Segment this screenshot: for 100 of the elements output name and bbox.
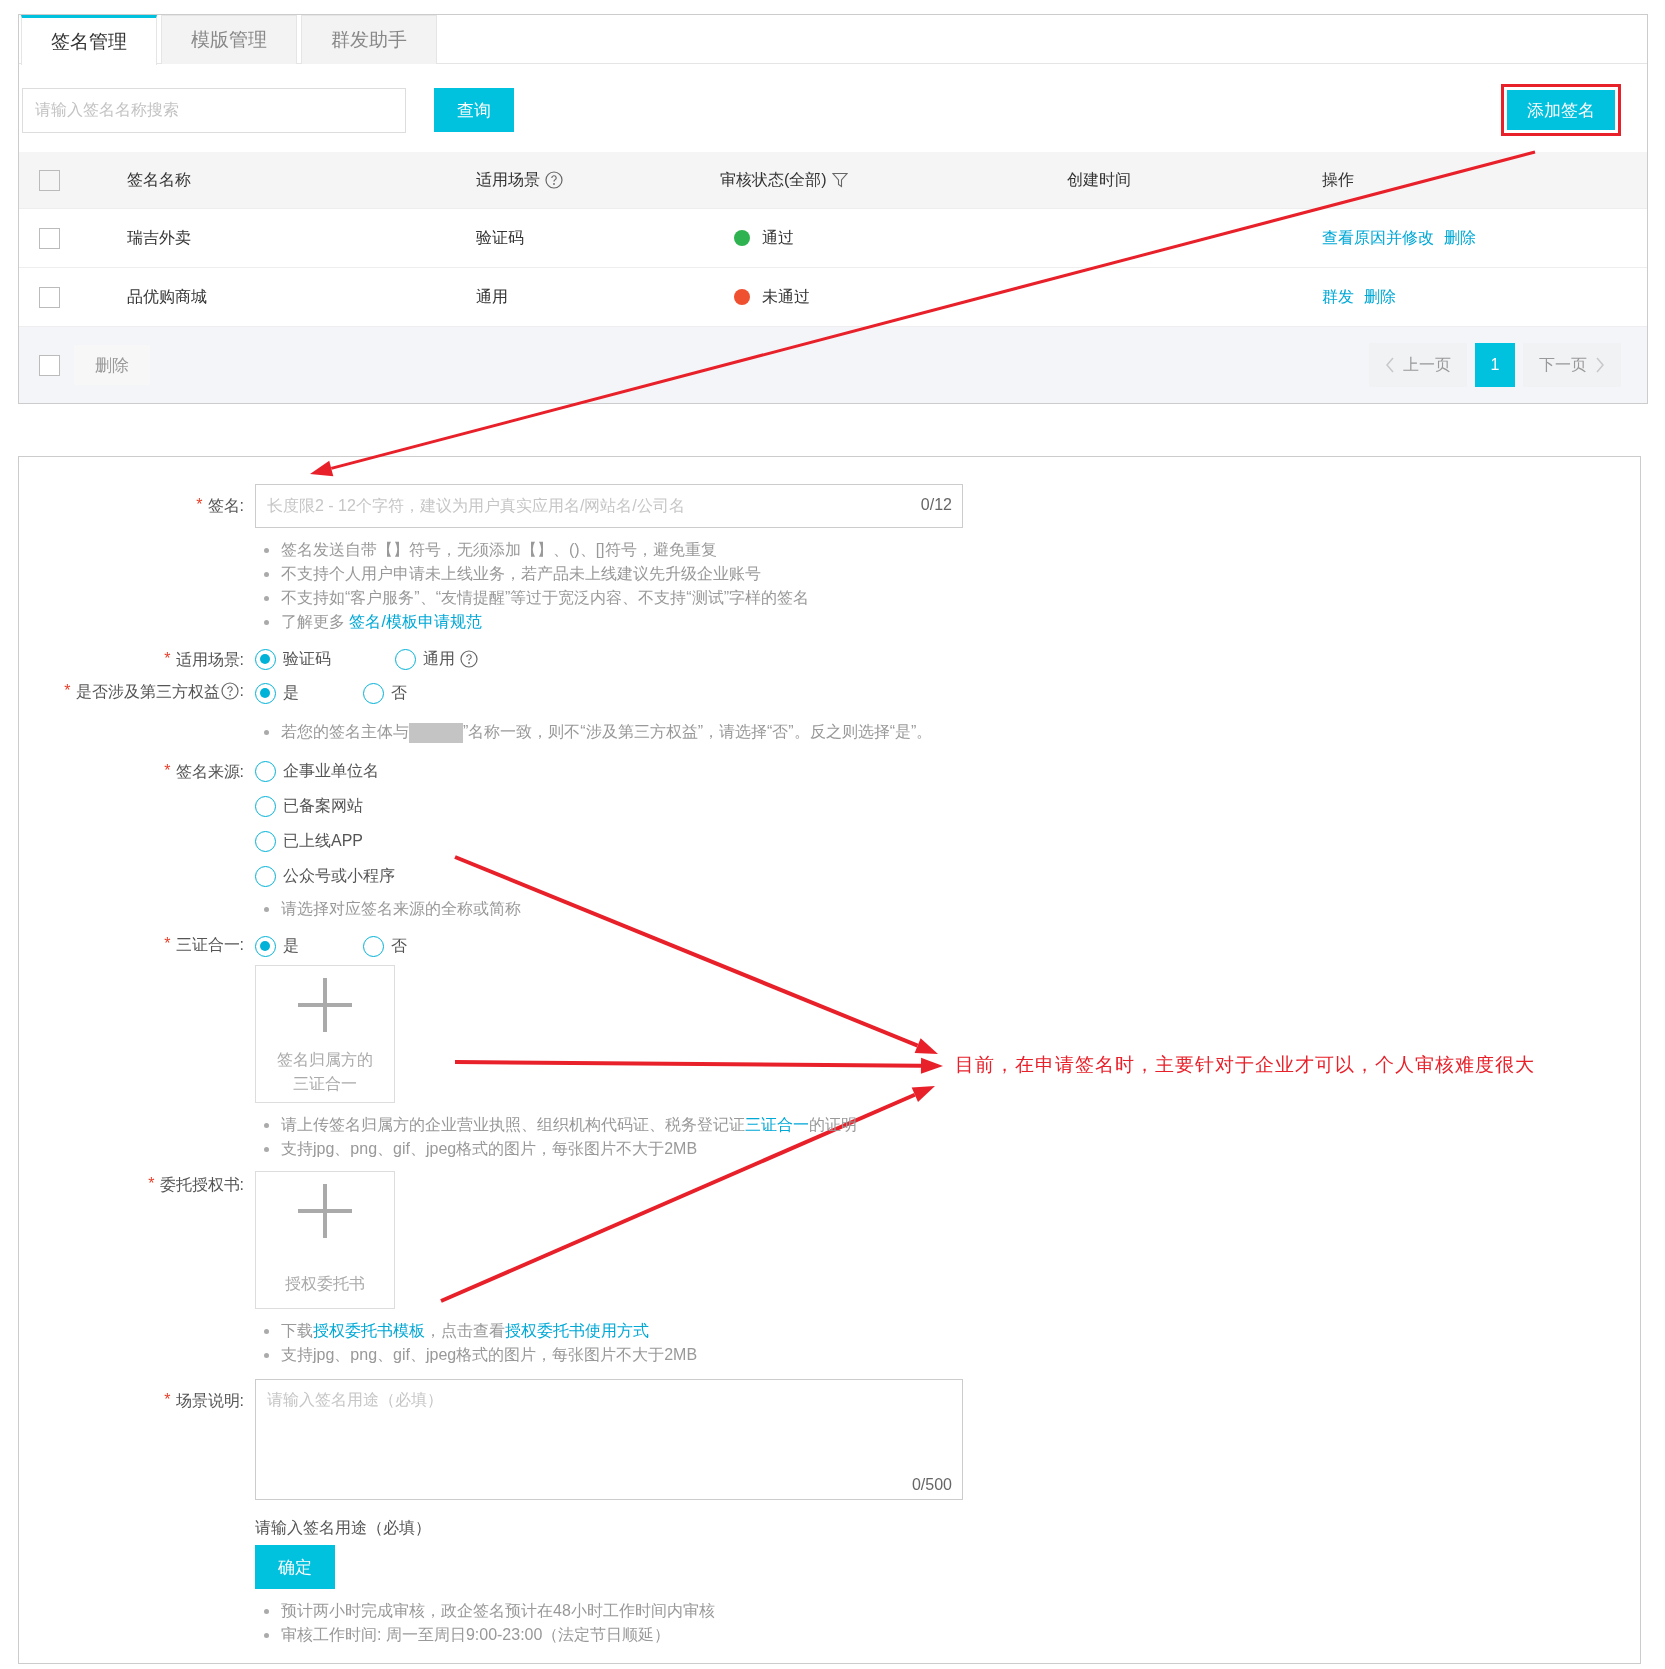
- option-label: 否: [391, 935, 407, 956]
- field-label: 场景说明:: [175, 1391, 244, 1411]
- checkbox[interactable]: [39, 227, 60, 249]
- hint-text: 支持jpg、png、gif、jpeg格式的图片，每张图片不大于2MB: [281, 1345, 698, 1365]
- plus-icon: [298, 978, 352, 1032]
- upload-label: 授权委托书: [285, 1274, 365, 1294]
- required-mark: *: [164, 650, 171, 668]
- bullet-icon: [264, 1328, 269, 1334]
- radio-button[interactable]: [255, 682, 276, 704]
- table-cell-text: 验证码: [476, 227, 524, 248]
- hint-text: ”名称一致，则不“涉及第三方权益”，请选择“否”。反之则选择“是”。: [463, 723, 933, 740]
- hint-text: 下载: [281, 1322, 313, 1339]
- option-label: 是: [283, 935, 299, 956]
- tab[interactable]: 签名管理: [21, 15, 157, 65]
- add-signature-button[interactable]: 添加签名: [1507, 90, 1615, 130]
- bullet-icon: [264, 906, 269, 912]
- option-label: 已备案网站: [283, 796, 363, 816]
- tab[interactable]: 模版管理: [161, 15, 297, 64]
- table-cell-text: 通用: [476, 286, 508, 307]
- hint-text: 请上传签名归属方的企业营业执照、组织机构代码证、税务登记证: [281, 1116, 745, 1133]
- action-link[interactable]: 删除: [1364, 286, 1396, 308]
- column-header: 适用场景: [476, 169, 540, 191]
- field-label: 适用场景:: [175, 650, 244, 670]
- option-label: 否: [391, 682, 407, 703]
- bullet-icon: [264, 1146, 269, 1152]
- field-label: 三证合一:: [175, 935, 244, 955]
- note-text: 请输入签名用途（必填）: [255, 1518, 432, 1538]
- field-label: 是否涉及第三方权益: [75, 682, 220, 702]
- field-label: 委托授权书:: [159, 1175, 244, 1195]
- hint-text: 审核工作时间: 周一至周日9:00-23:00（法定节日顺延）: [281, 1625, 671, 1645]
- option-label: 是: [283, 682, 299, 703]
- checkbox[interactable]: [39, 169, 60, 191]
- query-button[interactable]: 查询: [434, 88, 514, 132]
- radio-button[interactable]: [363, 682, 384, 704]
- bullet-icon: [264, 1632, 269, 1638]
- hint-link[interactable]: 三证合一: [745, 1116, 809, 1133]
- radio-button[interactable]: [395, 648, 416, 670]
- radio-button[interactable]: [255, 761, 276, 782]
- bullet-icon: [264, 547, 269, 553]
- required-mark: *: [164, 1391, 171, 1409]
- upload-label: 三证合一: [292, 1074, 358, 1094]
- action-link[interactable]: 查看原因并修改: [1322, 227, 1434, 249]
- tab[interactable]: 群发助手: [301, 15, 437, 64]
- bullet-icon: [264, 571, 269, 577]
- field-label: 签名来源:: [175, 762, 244, 782]
- hint-text: 不支持如“客户服务”、“友情提醒”等过于宽泛内容、不支持“测试”字样的签名: [281, 588, 809, 608]
- chevron-left-icon: [1385, 357, 1395, 373]
- column-header: 审核状态(全部): [720, 169, 827, 191]
- hint-link[interactable]: 授权委托书使用方式: [505, 1322, 649, 1339]
- search-field[interactable]: 请输入签名名称搜索: [22, 87, 406, 133]
- action-link[interactable]: 群发: [1322, 286, 1354, 308]
- chevron-right-icon: [1595, 357, 1605, 373]
- required-mark: *: [164, 935, 171, 953]
- bullet-icon: [264, 1352, 269, 1358]
- upload-box[interactable]: 授权委托书: [255, 1171, 395, 1309]
- option-label: 公众号或小程序: [283, 866, 395, 886]
- table-cell-text: 品优购商城: [127, 286, 207, 307]
- radio-button[interactable]: [255, 866, 276, 887]
- radio-button[interactable]: [255, 648, 276, 670]
- option-label: 企事业单位名: [283, 761, 379, 781]
- bullet-icon: [264, 729, 269, 735]
- hint-text: 的证明: [809, 1116, 857, 1133]
- bullet-icon: [264, 595, 269, 601]
- status-text: 通过: [762, 227, 794, 248]
- upload-box[interactable]: 签名归属方的 三证合一: [255, 965, 395, 1103]
- radio-button[interactable]: [255, 796, 276, 817]
- option-label: 通用: [423, 648, 455, 669]
- hint-link[interactable]: 签名/模板申请规范: [349, 613, 482, 630]
- radio-button[interactable]: [363, 935, 384, 957]
- required-mark: *: [196, 496, 203, 514]
- redaction-block: [409, 722, 463, 743]
- required-mark: *: [64, 682, 71, 700]
- bullet-icon: [264, 1122, 269, 1128]
- bullet-icon: [264, 1608, 269, 1614]
- character-counter: 0/500: [911, 1476, 952, 1494]
- hint-text: 请选择对应签名来源的全称或简称: [281, 899, 521, 919]
- hint-text: 不支持个人用户申请未上线业务，若产品未上线建议先升级企业账号: [281, 564, 761, 584]
- character-counter: 0/12: [920, 496, 952, 514]
- column-header: 操作: [1322, 169, 1354, 191]
- checkbox[interactable]: [39, 286, 60, 308]
- option-label: 已上线APP: [283, 831, 363, 851]
- radio-button[interactable]: [255, 935, 276, 957]
- hint-text: 了解更多: [281, 613, 346, 630]
- bullet-icon: [264, 619, 269, 625]
- page-button[interactable]: 1: [1475, 343, 1515, 387]
- table-cell-text: 瑞吉外卖: [127, 227, 191, 248]
- hint-text: 预计两小时完成审核，政企签名预计在48小时工作时间内审核: [281, 1601, 715, 1621]
- plus-icon: [298, 1184, 352, 1238]
- action-link[interactable]: 删除: [1444, 227, 1476, 249]
- hint-text: 签名发送自带【】符号，无须添加【】、()、[]符号，避免重复: [281, 540, 717, 560]
- hint-text: 若您的签名主体与: [281, 723, 409, 740]
- required-mark: *: [164, 762, 171, 780]
- confirm-button[interactable]: 确定: [255, 1545, 335, 1589]
- upload-label: 签名归属方的: [277, 1050, 373, 1070]
- hint-text: 支持jpg、png、gif、jpeg格式的图片，每张图片不大于2MB: [281, 1139, 698, 1159]
- required-mark: *: [148, 1175, 155, 1193]
- filter-icon: [831, 172, 848, 188]
- radio-button[interactable]: [255, 831, 276, 852]
- hint-link[interactable]: 授权委托书模板: [313, 1322, 425, 1339]
- checkbox[interactable]: [39, 354, 60, 376]
